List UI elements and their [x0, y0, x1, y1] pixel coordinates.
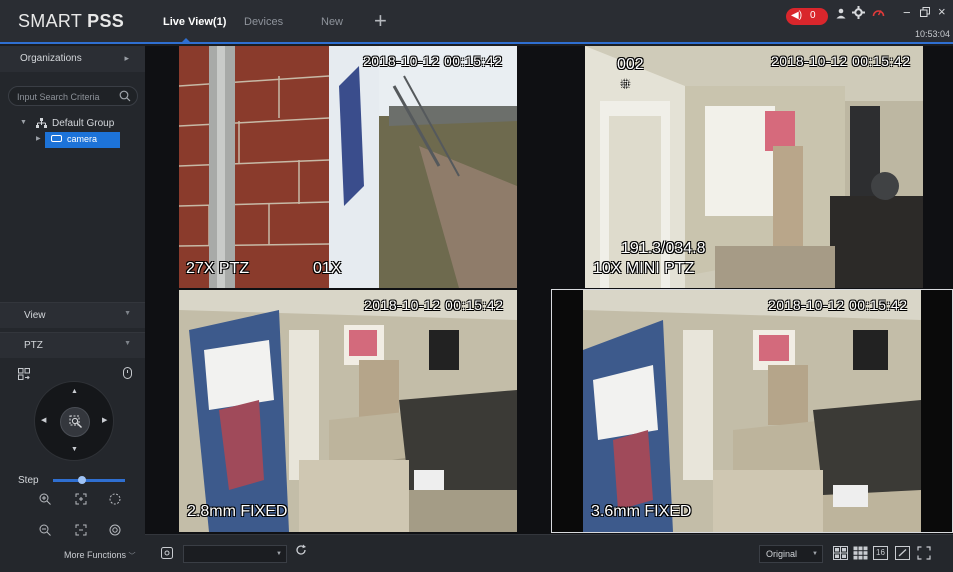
cell-1-timestamp: 2018-10-12 00:15:42 [363, 53, 503, 69]
alarm-badge[interactable]: ◀) 0 [786, 8, 828, 25]
tab-live-view[interactable]: Live View(1) [163, 16, 226, 28]
video-cell-2[interactable]: 2018-10-12 00:15:42 002 ☼ 191.3/034.8 10… [585, 46, 923, 288]
chevron-right-icon: ▸ [124, 53, 129, 63]
step-label: Step [18, 475, 39, 486]
iris-close-icon[interactable] [108, 524, 122, 538]
cell-1-zoom-label: 01X [313, 260, 342, 277]
minimize-icon[interactable]: − [903, 5, 911, 20]
iris-open-icon[interactable] [108, 493, 122, 507]
performance-gauge-icon[interactable] [872, 6, 885, 21]
device-label: camera [67, 134, 98, 144]
ptz-section-header[interactable]: PTZ ▼ [0, 332, 145, 358]
video-cell-3[interactable]: 2018-10-12 00:15:42 2.8mm FIXED [179, 290, 517, 532]
cell-4-camera-label: 3.6mm FIXED [591, 503, 692, 520]
device-search-box [8, 86, 138, 106]
close-icon[interactable]: × [938, 4, 946, 19]
alarm-count: 0 [810, 10, 816, 21]
aspect-ratio-dropdown[interactable]: Original ▼ [759, 545, 823, 563]
tree-expand-arrow-icon[interactable]: ▼ [20, 119, 27, 126]
layout-16-split-button[interactable]: 16 [873, 546, 888, 560]
pan-left-icon[interactable]: ◀ [41, 416, 46, 424]
default-group-label: Default Group [52, 118, 115, 129]
fullscreen-icon[interactable] [917, 546, 932, 560]
zoom-out-icon[interactable] [38, 524, 52, 538]
search-icon[interactable] [119, 89, 131, 102]
smart-pss-window: SMART PSS Live View(1) Devices New + ◀) … [0, 0, 953, 572]
camera-3-feed [179, 290, 517, 532]
bottom-toolbar: ▼ Original ▼ 16 [145, 534, 953, 572]
pan-right-icon[interactable]: ▶ [102, 416, 107, 424]
layout-4-split-icon[interactable] [833, 546, 848, 560]
pan-down-icon[interactable]: ▼ [71, 446, 78, 453]
active-tab-indicator [181, 38, 191, 43]
logo-text: SMART [18, 11, 82, 31]
chevron-down-icon: ▼ [124, 340, 131, 347]
view-section-header[interactable]: View ▼ [0, 302, 145, 328]
top-bar: SMART PSS Live View(1) Devices New + ◀) … [0, 0, 953, 44]
add-tab-button[interactable]: + [374, 8, 387, 34]
chevron-down-icon: ▼ [812, 551, 818, 557]
cell-1-camera-label: 27X PTZ [186, 260, 250, 277]
speaker-icon: ◀) [791, 10, 803, 21]
camera-1-feed [179, 46, 517, 288]
pan-up-icon[interactable]: ▲ [71, 388, 78, 395]
magnifier-icon [69, 415, 83, 432]
ptz-label: PTZ [24, 340, 43, 351]
live-view-grid: 2018-10-12 00:15:42 27X PTZ 01X 2018-10-… [145, 46, 953, 534]
aspect-ratio-value: Original [766, 549, 798, 559]
ptz-direction-dial: ▲ ▼ ◀ ▶ [34, 381, 114, 461]
left-panel: Organizations ▸ ▼ Default Group ▶ camera… [0, 46, 145, 572]
cell-3-timestamp: 2018-10-12 00:15:42 [364, 297, 504, 313]
snapshot-icon[interactable] [161, 546, 173, 564]
ptz-center-zoom-button[interactable] [60, 407, 90, 437]
restore-window-icon[interactable] [920, 6, 930, 20]
custom-layout-icon[interactable] [895, 546, 910, 560]
chevron-down-icon: ▼ [124, 310, 131, 317]
focus-near-icon[interactable] [74, 493, 88, 507]
tab-new[interactable]: New [321, 16, 343, 28]
user-icon[interactable] [836, 8, 846, 22]
system-clock: 10:53:04 [915, 29, 951, 39]
chevron-down-icon: ▼ [276, 551, 282, 557]
app-logo: SMART PSS [18, 11, 124, 32]
logo-text-bold: PSS [87, 11, 125, 31]
sun-icon: ☼ [619, 74, 632, 90]
zoom-in-icon[interactable] [38, 493, 52, 507]
chevron-down-icon: ﹀ [128, 553, 136, 560]
refresh-icon[interactable] [295, 544, 307, 559]
ptz-mini-mode-icon[interactable] [18, 367, 30, 380]
layout-9-split-icon[interactable] [853, 546, 868, 560]
mouse-control-icon[interactable] [123, 367, 132, 379]
device-icon [51, 135, 62, 142]
cell-2-timestamp: 2018-10-12 00:15:42 [771, 53, 911, 69]
tree-device-camera[interactable]: camera [45, 132, 120, 148]
cell-3-camera-label: 2.8mm FIXED [187, 503, 288, 520]
tree-collapse-arrow-icon[interactable]: ▶ [36, 135, 41, 142]
cell-2-camera-label: 10X MINI PTZ [593, 260, 695, 277]
view-label: View [24, 310, 46, 321]
organizations-label: Organizations [20, 53, 82, 64]
cell-2-ptz-coords: 191.3/034.8 [621, 240, 706, 257]
view-selector-dropdown[interactable]: ▼ [183, 545, 287, 563]
video-cell-1[interactable]: 2018-10-12 00:15:42 27X PTZ 01X [179, 46, 517, 288]
organizations-header[interactable]: Organizations ▸ [0, 46, 145, 72]
more-functions-label: More Functions [64, 550, 127, 560]
settings-gear-icon[interactable] [852, 6, 865, 22]
focus-far-icon[interactable] [74, 524, 88, 538]
cell-4-timestamp: 2018-10-12 00:15:42 [768, 297, 908, 313]
more-functions-button[interactable]: More Functions ﹀ [64, 550, 136, 561]
step-slider-knob[interactable] [77, 476, 86, 484]
camera-4-feed [552, 290, 952, 532]
ptz-control-area: ▲ ▼ ◀ ▶ Step [0, 361, 145, 572]
video-cell-4[interactable]: 2018-10-12 00:15:42 3.6mm FIXED [551, 289, 953, 533]
tab-devices[interactable]: Devices [244, 16, 283, 28]
cell-2-channel-number: 002 [617, 56, 644, 73]
step-slider[interactable] [53, 476, 125, 484]
device-search-input[interactable] [17, 90, 115, 103]
group-hierarchy-icon [36, 118, 47, 131]
